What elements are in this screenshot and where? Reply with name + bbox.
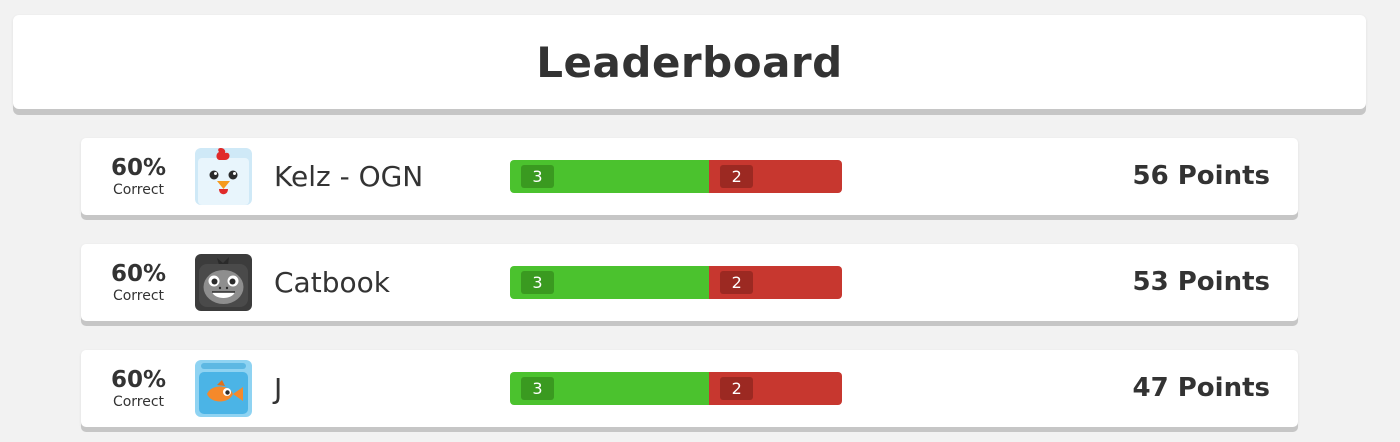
percent-correct: 60% Correct: [81, 350, 196, 427]
score-bar: 3 2: [510, 372, 842, 405]
player-name: Catbook: [274, 266, 390, 299]
correct-segment: 3: [510, 372, 710, 405]
player-points: 53 Points: [1132, 267, 1270, 297]
correct-segment: 3: [510, 266, 710, 299]
incorrect-count: 2: [720, 377, 754, 400]
percent-label: Correct: [112, 287, 165, 304]
percent-label: Correct: [112, 393, 165, 410]
player-points: 47 Points: [1132, 373, 1270, 403]
percent-value: 60%: [110, 366, 167, 393]
incorrect-segment: 2: [709, 160, 842, 193]
player-name: J: [274, 372, 283, 405]
incorrect-segment: 2: [709, 266, 842, 299]
leaderboard-row: 60% Correct Kelz - OGN 3 2 56 Points: [81, 138, 1298, 215]
percent-value: 60%: [110, 154, 167, 181]
score-bar: 3 2: [510, 266, 842, 299]
incorrect-count: 2: [720, 165, 754, 188]
gorilla-icon: [195, 254, 252, 311]
leaderboard-row: 60% Correct Catbook 3 2 53 Points: [81, 244, 1298, 321]
incorrect-count: 2: [720, 271, 754, 294]
correct-count: 3: [521, 271, 554, 294]
correct-count: 3: [521, 165, 554, 188]
score-bar: 3 2: [510, 160, 842, 193]
chicken-icon: [195, 148, 252, 205]
correct-count: 3: [521, 377, 554, 400]
player-points: 56 Points: [1132, 161, 1270, 191]
page-title: Leaderboard: [536, 37, 843, 87]
percent-correct: 60% Correct: [81, 244, 196, 321]
incorrect-segment: 2: [709, 372, 842, 405]
leaderboard-row: 60% Correct J 3 2 47 Points: [81, 350, 1298, 427]
leaderboard-header: Leaderboard: [13, 15, 1366, 109]
percent-label: Correct: [112, 181, 165, 198]
player-name: Kelz - OGN: [274, 160, 424, 193]
correct-segment: 3: [510, 160, 710, 193]
goldfish-icon: [195, 360, 252, 417]
percent-value: 60%: [110, 260, 167, 287]
percent-correct: 60% Correct: [81, 138, 196, 215]
